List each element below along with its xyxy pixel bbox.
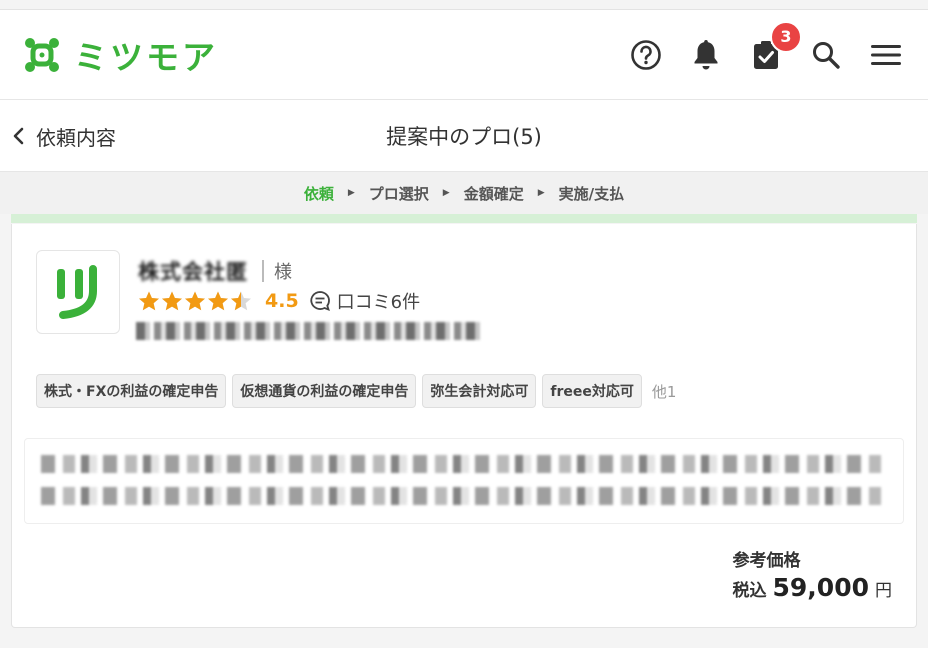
logo[interactable]: ミツモア (22, 31, 218, 79)
pro-avatar[interactable] (36, 250, 120, 334)
menu-button[interactable] (868, 37, 904, 73)
rating-value: 4.5 (265, 290, 299, 312)
app-header: ミツモア 3 (0, 10, 928, 100)
search-button[interactable] (808, 37, 844, 73)
top-border (0, 0, 928, 10)
star-icon (162, 291, 182, 311)
step-payment: 実施/支払 (558, 184, 625, 203)
currency-label: 円 (875, 581, 892, 601)
tasks-button[interactable]: 3 (748, 20, 802, 73)
honorific: 様 (274, 262, 292, 283)
mitsumore-logo-icon (25, 37, 59, 72)
notifications-button[interactable] (688, 37, 724, 73)
progress-steps: 依頼 ▶ プロ選択 ▶ 金額確定 ▶ 実施/支払 (0, 172, 928, 214)
pro-name-row: 株式会社匿 様 (138, 256, 292, 286)
step-arrow-icon: ▶ (537, 188, 545, 198)
card-top-strip (11, 214, 917, 223)
chevron-left-icon (13, 127, 24, 145)
back-label: 依頼内容 (36, 125, 116, 150)
help-button[interactable] (628, 37, 664, 73)
step-confirm-price: 金額確定 (463, 184, 524, 203)
back-link[interactable]: 依頼内容 (10, 100, 116, 172)
service-tags: 株式・FXの利益の確定申告 仮想通貨の利益の確定申告 弥生会計対応可 freee… (36, 374, 676, 408)
proposal-message[interactable] (24, 438, 904, 524)
help-icon (631, 39, 661, 70)
step-select-pro: プロ選択 (368, 184, 429, 203)
rating-row: 4.5 口コミ6件 (138, 288, 420, 314)
service-tag: 弥生会計対応可 (422, 374, 537, 408)
pro-proposal-card[interactable]: 株式会社匿 様 4.5 口コミ6件 株式・FXの利益の確定申告 仮想通貨の利益の… (11, 224, 917, 628)
bell-icon (694, 39, 718, 69)
step-arrow-icon: ▶ (442, 188, 450, 198)
speech-bubble-icon (310, 291, 330, 311)
star-icon (231, 291, 251, 311)
price-label: 参考価格 (732, 551, 801, 571)
price-row: 税込 59,000 円 (733, 573, 892, 602)
message-line-redacted (41, 455, 887, 473)
star-icon (208, 291, 228, 311)
message-line-redacted (41, 487, 887, 505)
star-rating (138, 290, 253, 312)
more-tags-count: 他1 (651, 382, 677, 401)
page-title: 提案中のプロ(5) (386, 124, 542, 149)
service-tag: 株式・FXの利益の確定申告 (36, 374, 227, 408)
step-arrow-icon: ▶ (347, 188, 355, 198)
logo-text: ミツモア (74, 37, 218, 77)
reference-price: 参考価格 税込 59,000 円 (733, 546, 892, 602)
service-tag: freee対応可 (542, 374, 642, 408)
pro-name[interactable]: 株式会社匿 (138, 256, 248, 286)
service-tag: 仮想通貨の利益の確定申告 (232, 374, 417, 408)
pro-description-redacted (136, 322, 482, 340)
review-count-link[interactable]: 口コミ6件 (337, 288, 420, 314)
header-icons: 3 (604, 20, 904, 73)
title-bar: 依頼内容 提案中のプロ(5) (0, 100, 928, 172)
pro-logo-icon (57, 265, 97, 319)
star-icon (185, 291, 205, 311)
tax-included-label: 税込 (732, 581, 767, 601)
name-separator (262, 260, 264, 282)
search-icon (813, 41, 840, 69)
price-value: 59,000 (772, 573, 869, 602)
star-icon (139, 291, 159, 311)
tasks-count-badge: 3 (770, 20, 802, 53)
step-request: 依頼 (303, 184, 334, 203)
menu-icon (871, 44, 901, 65)
